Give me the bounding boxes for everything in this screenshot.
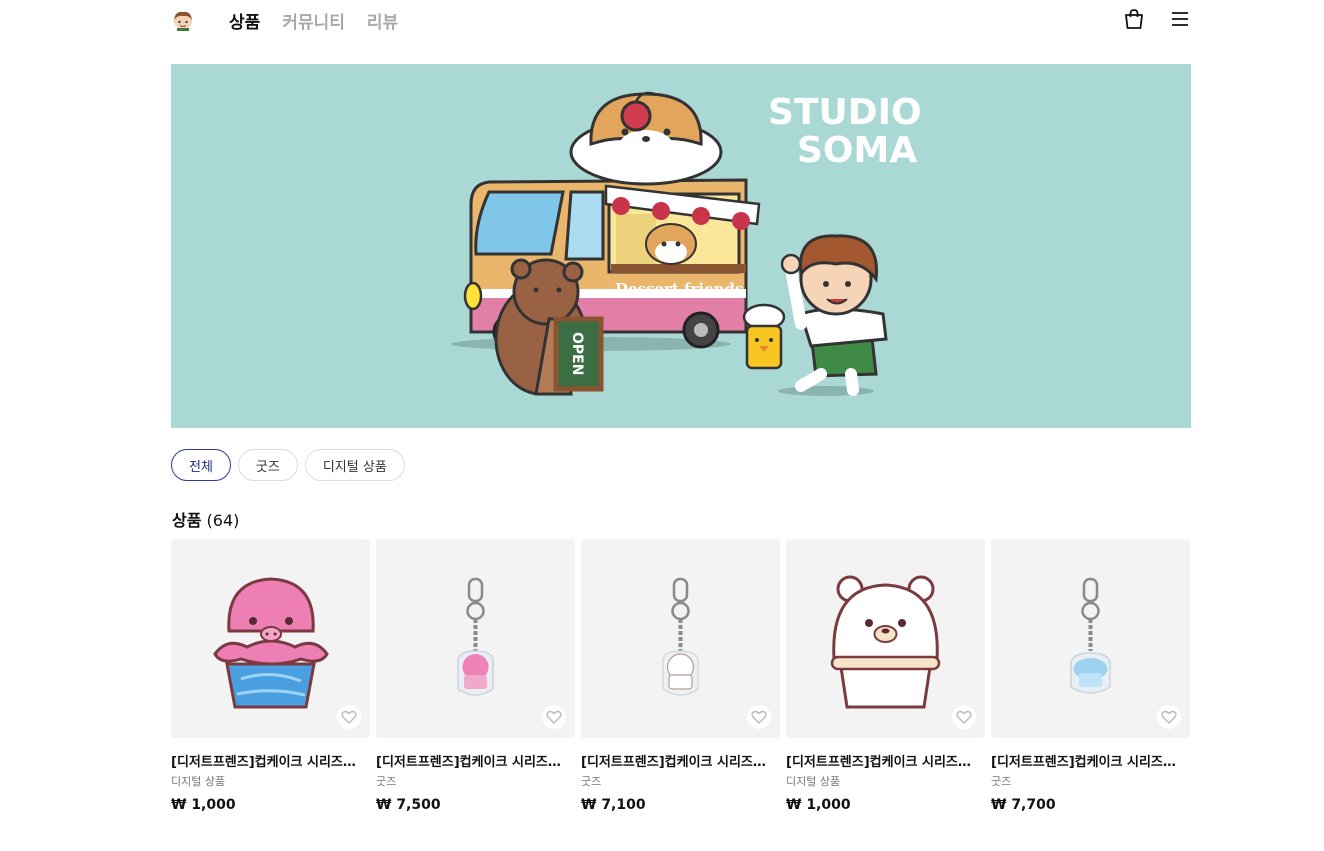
banner-illustration: STUDIO SOMA Dessert friends OPEN [451,91,922,396]
shiba-dog-roof [569,91,723,186]
truck-text: Dessert friends [615,280,743,298]
heart-icon [751,710,767,724]
filter-chip-digital[interactable]: 디지털 상품 [304,449,405,481]
heart-icon [546,710,562,724]
product-category: 굿즈 [991,775,1012,788]
product-price: ₩ 1,000 [786,797,851,813]
product-name[interactable]: [디저트프렌즈]컵케이크 시리즈... [991,751,1176,770]
heart-icon [956,710,972,724]
nav-item-community[interactable]: 커뮤니티 [282,8,345,33]
product-card[interactable]: [디저트프렌즈]컵케이크 시리즈... 굿즈 ₩ 7,700 [991,539,1190,813]
filter-chip-goods[interactable]: 굿즈 [237,449,298,481]
header: 상품 커뮤니티 리뷰 [171,0,1191,40]
product-thumbnail[interactable] [581,539,780,738]
product-thumbnail[interactable] [376,539,575,738]
product-category: 디지털 상품 [171,775,226,788]
open-sign-text: OPEN [569,332,585,375]
product-card[interactable]: [디저트프렌즈]컵케이크 시리즈... 굿즈 ₩ 7,500 [376,539,575,813]
heart-icon [341,710,357,724]
product-price: ₩ 7,700 [991,797,1056,813]
shopping-bag-icon[interactable] [1123,8,1145,30]
product-name[interactable]: [디저트프렌즈]컵케이크 시리즈... [376,751,561,770]
product-name[interactable]: [디저트프렌즈]컵케이크 시리즈... [581,751,766,770]
product-name[interactable]: [디저트프렌즈]컵케이크 시리즈... [786,751,971,770]
page: 상품 커뮤니티 리뷰 STUDIO SOMA Dessert friends O… [171,0,1191,813]
product-name[interactable]: [디저트프렌즈]컵케이크 시리즈... [171,751,356,770]
header-actions [1123,8,1191,30]
product-price: ₩ 7,500 [376,797,441,813]
section-title-label: 상품 [172,511,202,530]
product-category: 굿즈 [581,775,602,788]
product-grid: [디저트프렌즈]컵케이크 시리즈... 디지털 상품 ₩ 1,000 [디저트프… [171,539,1190,813]
product-price: ₩ 7,100 [581,797,646,813]
menu-icon[interactable] [1169,8,1191,30]
nav-item-reviews[interactable]: 리뷰 [367,8,398,33]
wishlist-heart-button[interactable] [337,705,361,729]
section-count: (64) [206,511,240,530]
product-thumbnail[interactable] [171,539,370,738]
product-thumbnail[interactable] [991,539,1190,738]
product-card[interactable]: [디저트프렌즈]컵케이크 시리즈... 굿즈 ₩ 7,100 [581,539,780,813]
section-title: 상품 (64) [172,507,239,531]
brand-line-1: STUDIO [768,92,922,133]
wishlist-heart-button[interactable] [747,705,771,729]
product-thumbnail[interactable] [786,539,985,738]
main-nav: 상품 커뮤니티 리뷰 [229,8,398,33]
hero-banner[interactable]: STUDIO SOMA Dessert friends OPEN [171,64,1191,428]
filter-chip-all[interactable]: 전체 [171,449,231,481]
product-category: 디지털 상품 [786,775,841,788]
heart-icon [1161,710,1177,724]
product-price: ₩ 1,000 [171,797,236,813]
wishlist-heart-button[interactable] [1157,705,1181,729]
nav-item-products[interactable]: 상품 [229,8,260,33]
logo-avatar-icon[interactable] [171,9,195,31]
product-card[interactable]: [디저트프렌즈]컵케이크 시리즈... 디지털 상품 ₩ 1,000 [786,539,985,813]
category-filters: 전체 굿즈 디지털 상품 [171,449,405,481]
chick-chef [742,303,786,370]
wishlist-heart-button[interactable] [952,705,976,729]
brand-line-2: SOMA [797,130,917,171]
product-category: 굿즈 [376,775,397,788]
product-card[interactable]: [디저트프렌즈]컵케이크 시리즈... 디지털 상품 ₩ 1,000 [171,539,370,813]
wishlist-heart-button[interactable] [542,705,566,729]
boy-character [780,234,888,396]
